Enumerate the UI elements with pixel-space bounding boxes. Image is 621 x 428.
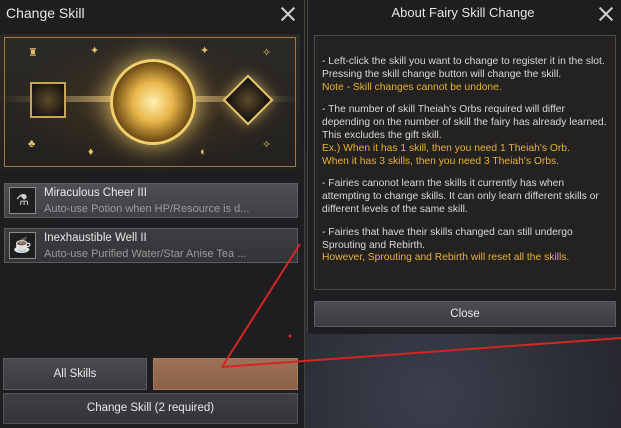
crescent-moon-emblem [110, 59, 196, 145]
rune-icon: ✧ [262, 47, 272, 59]
potion-rune-icon: ♜ [28, 47, 38, 59]
info-paragraph: - Fairies that have their skills changed… [322, 226, 573, 264]
skill-change-artwork: ♜ ✦ ✦ ✧ ♣ ♦ ◐ ✧ [0, 34, 300, 171]
all-skills-button[interactable]: All Skills [3, 358, 147, 390]
skill-description: Auto-use Purified Water/Star Anise Tea .… [44, 248, 247, 260]
well-icon: ☕ [9, 232, 36, 259]
rune-icon: ✦ [90, 45, 100, 57]
example-line: When it has 3 skills, then you need 3 Th… [322, 155, 560, 167]
rune-icon: ♣ [28, 138, 36, 150]
info-paragraph: - Left-click the skill you want to chang… [322, 56, 605, 93]
skill-slot-current[interactable] [30, 82, 66, 118]
potion-icon: ⚗ [9, 187, 36, 214]
change-skill-window: Change Skill ♜ ✦ ✦ ✧ ♣ ♦ ◐ ✧ ⚗ Miraculou… [0, 0, 305, 428]
about-fairy-skill-window: About Fairy Skill Change - Left-click th… [307, 0, 621, 334]
info-paragraph: - Fairies canonot learn the skills it cu… [322, 178, 599, 215]
rune-icon: ✧ [262, 139, 272, 151]
info-text-box: - Left-click the skill you want to chang… [314, 35, 616, 290]
rune-icon: ✦ [200, 45, 210, 57]
info-highlight-button[interactable] [153, 358, 298, 390]
info-paragraph: - The number of skill Theiah's Orbs requ… [322, 104, 607, 167]
example-line: Ex.) When it has 1 skill, then you need … [322, 142, 570, 154]
skill-name: Inexhaustible Well II [44, 232, 147, 244]
about-title: About Fairy Skill Change [391, 5, 535, 20]
close-button[interactable]: Close [314, 301, 616, 327]
skill-name: Miraculous Cheer III [44, 187, 147, 199]
close-about-icon[interactable] [598, 6, 614, 22]
reset-note: However, Sprouting and Rebirth will rese… [322, 252, 570, 264]
rune-icon: ♦ [88, 146, 94, 158]
change-skill-button[interactable]: Change Skill (2 required) [3, 393, 298, 424]
skill-description: Auto-use Potion when HP/Resource is d... [44, 203, 250, 215]
rune-icon: ◐ [200, 146, 207, 158]
skill-list-item[interactable]: ⚗ Miraculous Cheer III Auto-use Potion w… [4, 183, 298, 218]
change-skill-title: Change Skill [6, 5, 85, 21]
undo-note: Note - Skill changes cannot be undone. [322, 81, 502, 93]
close-change-skill-icon[interactable] [280, 6, 296, 22]
skill-list-item[interactable]: ☕ Inexhaustible Well II Auto-use Purifie… [4, 228, 298, 263]
